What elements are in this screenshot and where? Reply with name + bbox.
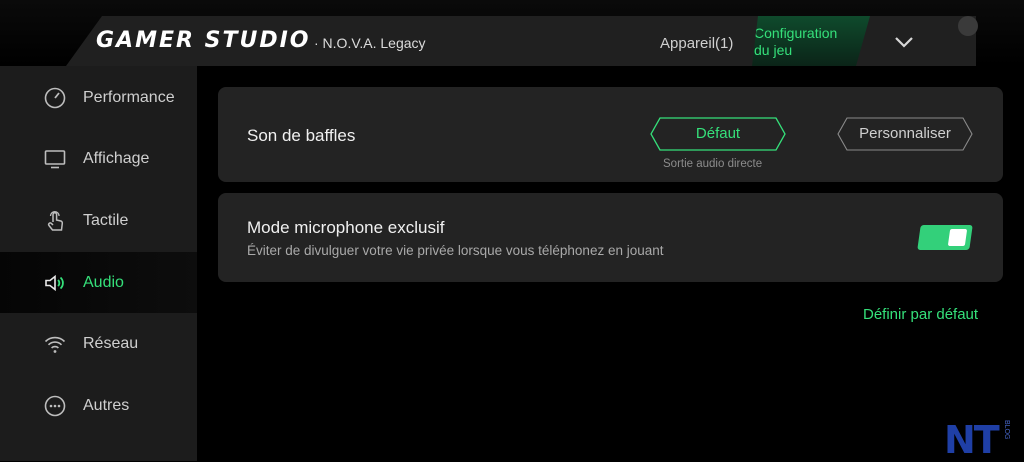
toggle-knob [947,229,968,246]
corner-ornament [958,16,978,36]
speaker-sound-title: Son de baffles [247,126,356,145]
watermark-logo: NT [944,418,1000,462]
custom-option-button[interactable]: Personnaliser [837,117,973,151]
speaker-sound-card: Son de baffles Défaut Personnaliser Sort… [218,87,1003,182]
sidebar-item-label: Affichage [83,149,150,167]
touch-icon [43,209,67,233]
sidebar-item-label: Tactile [83,211,129,229]
default-option-button[interactable]: Défaut [650,117,786,151]
watermark-label: BLOG [1003,420,1010,440]
sidebar-item-label: Performance [83,88,175,106]
sidebar-item-performance[interactable]: Performance [0,67,197,128]
tab-config-label: Configuration du jeu [754,25,838,58]
sidebar-item-audio[interactable]: Audio [0,252,197,313]
exclusive-mic-card: Mode microphone exclusif Éviter de divul… [218,193,1003,282]
custom-option-label: Personnaliser [859,125,951,142]
sidebar-item-reseau[interactable]: Réseau [0,313,197,374]
speaker-icon [43,271,67,295]
speedometer-icon [43,86,67,110]
tab-game-config[interactable]: Configuration du jeu [752,16,870,66]
exclusive-mic-subtitle: Éviter de divulguer votre vie privée lor… [247,243,664,258]
option-hint: Sortie audio directe [663,158,763,170]
sidebar: Performance Affichage Tactile Audio Rése… [0,66,197,461]
sidebar-item-label: Réseau [83,334,139,352]
sidebar-item-tactile[interactable]: Tactile [0,190,197,251]
app-brand: GAMER STUDIO [96,28,311,53]
monitor-icon [43,147,67,171]
sidebar-item-affichage[interactable]: Affichage [0,128,197,189]
wifi-icon [43,332,67,356]
chevron-down-icon[interactable] [892,34,916,50]
tab-device[interactable]: Appareil(1) [660,35,733,52]
exclusive-mic-toggle[interactable] [917,225,973,250]
set-default-link[interactable]: Définir par défaut [863,306,978,323]
sidebar-item-label: Audio [83,273,124,291]
sidebar-item-label: Autres [83,396,130,414]
exclusive-mic-title: Mode microphone exclusif [247,218,445,237]
sidebar-item-autres[interactable]: Autres [0,375,197,436]
default-option-label: Défaut [695,125,741,142]
game-title: · N.O.V.A. Legacy [314,35,426,51]
more-icon [43,394,67,418]
top-bar: GAMER STUDIO · N.O.V.A. Legacy Appareil(… [0,0,1024,66]
